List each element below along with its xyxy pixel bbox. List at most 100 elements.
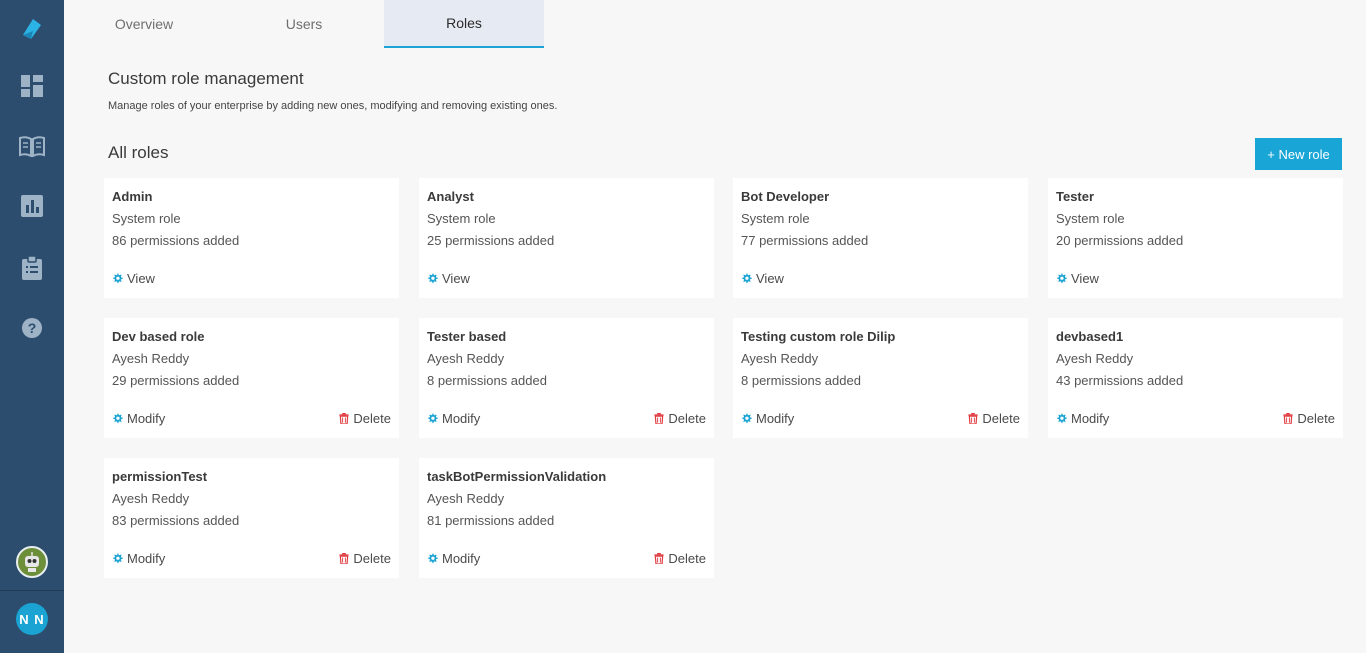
trash-icon (339, 413, 350, 424)
modify-label: Modify (1071, 411, 1110, 426)
role-permissions-count: 8 permissions added (427, 373, 547, 388)
role-owner: System role (741, 211, 810, 226)
modify-role-button[interactable]: Modify (427, 551, 480, 566)
role-permissions-count: 25 permissions added (427, 233, 555, 248)
role-name: devbased1 (1056, 329, 1124, 344)
gear-icon (112, 273, 123, 284)
delete-label: Delete (353, 411, 391, 426)
role-card: taskBotPermissionValidation Ayesh Reddy 81… (419, 458, 714, 578)
bar-chart-icon[interactable] (0, 186, 64, 226)
tab-users[interactable]: Users (224, 0, 384, 48)
role-card: Dev based role Ayesh Reddy 29 permissions … (104, 318, 399, 438)
new-role-button[interactable]: + New role (1255, 138, 1342, 170)
page-title: Custom role management (108, 69, 304, 88)
trash-icon (1283, 413, 1294, 424)
role-owner: Ayesh Reddy (741, 351, 819, 366)
tab-roles[interactable]: Roles (384, 0, 544, 48)
role-card: Testing custom role Dilip Ayesh Reddy 8 pe… (733, 318, 1028, 438)
role-card: Bot Developer System role 77 permissions a… (733, 178, 1028, 298)
delete-role-button[interactable]: Delete (1283, 411, 1335, 426)
role-permissions-count: 83 permissions added (112, 513, 240, 528)
trash-icon (339, 553, 350, 564)
view-role-button[interactable]: View (1056, 271, 1099, 286)
role-permissions-count: 29 permissions added (112, 373, 240, 388)
gear-icon (1056, 273, 1067, 284)
role-name: Bot Developer (741, 189, 830, 204)
role-name: Testing custom role Dilip (741, 329, 896, 344)
clipboard-icon[interactable] (0, 248, 64, 288)
delete-role-button[interactable]: Delete (968, 411, 1020, 426)
role-owner: Ayesh Reddy (112, 491, 190, 506)
view-role-button[interactable]: View (427, 271, 470, 286)
role-name: taskBotPermissionValidation (427, 469, 607, 484)
sidebar-divider (0, 590, 64, 591)
help-icon[interactable]: ? (0, 308, 64, 348)
gear-icon (1056, 413, 1067, 424)
role-card: Tester based Ayesh Reddy 8 permissions add… (419, 318, 714, 438)
role-owner: Ayesh Reddy (1056, 351, 1134, 366)
role-card: devbased1 Ayesh Reddy 43 permissions added… (1048, 318, 1343, 438)
role-owner: System role (1056, 211, 1125, 226)
dashboard-icon[interactable] (0, 66, 64, 106)
modify-label: Modify (127, 411, 166, 426)
modify-label: Modify (127, 551, 166, 566)
view-label: View (442, 271, 470, 286)
view-role-button[interactable]: View (112, 271, 155, 286)
role-owner: Ayesh Reddy (427, 491, 505, 506)
modify-role-button[interactable]: Modify (112, 551, 165, 566)
tab-overview[interactable]: Overview (64, 0, 224, 48)
role-name: permissionTest (112, 469, 208, 484)
role-permissions-count: 20 permissions added (1056, 233, 1184, 248)
role-permissions-count: 86 permissions added (112, 233, 240, 248)
role-owner: System role (427, 211, 496, 226)
role-card: permissionTest Ayesh Reddy 83 permissions … (104, 458, 399, 578)
role-card: Analyst System role 25 permissions added Vi… (419, 178, 714, 298)
role-card: Tester System role 20 permissions added Vie… (1048, 178, 1343, 298)
role-owner: Ayesh Reddy (427, 351, 505, 366)
role-permissions-count: 43 permissions added (1056, 373, 1184, 388)
delete-label: Delete (668, 411, 706, 426)
delete-role-button[interactable]: Delete (339, 551, 391, 566)
modify-label: Modify (442, 411, 481, 426)
role-owner: System role (112, 211, 181, 226)
page-subtitle: Manage roles of your enterprise by addin… (108, 100, 558, 112)
role-permissions-count: 8 permissions added (741, 373, 861, 388)
section-heading: All roles (108, 143, 169, 162)
bot-avatar-icon[interactable] (16, 546, 48, 578)
gear-icon (741, 413, 752, 424)
trash-icon (654, 553, 665, 564)
trash-icon (654, 413, 665, 424)
gear-icon (427, 273, 438, 284)
user-avatar[interactable]: N N (16, 603, 48, 635)
view-label: View (1071, 271, 1099, 286)
modify-role-button[interactable]: Modify (427, 411, 480, 426)
delete-label: Delete (982, 411, 1020, 426)
delete-role-button[interactable]: Delete (654, 411, 706, 426)
book-icon[interactable] (0, 126, 64, 166)
role-name: Dev based role (112, 329, 205, 344)
gear-icon (112, 413, 123, 424)
delete-role-button[interactable]: Delete (654, 551, 706, 566)
modify-role-button[interactable]: Modify (112, 411, 165, 426)
modify-role-button[interactable]: Modify (741, 411, 794, 426)
role-permissions-count: 81 permissions added (427, 513, 555, 528)
gear-icon (112, 553, 123, 564)
svg-text:?: ? (28, 320, 37, 336)
sidebar: ? N N (0, 0, 64, 653)
role-name: Admin (112, 189, 153, 204)
gear-icon (741, 273, 752, 284)
tab-bar: Overview Users Roles (64, 0, 544, 48)
modify-role-button[interactable]: Modify (1056, 411, 1109, 426)
delete-label: Delete (353, 551, 391, 566)
role-permissions-count: 77 permissions added (741, 233, 869, 248)
gear-icon (427, 553, 438, 564)
logo-icon[interactable] (0, 8, 64, 48)
role-name: Tester based (427, 329, 507, 344)
gear-icon (427, 413, 438, 424)
delete-role-button[interactable]: Delete (339, 411, 391, 426)
view-role-button[interactable]: View (741, 271, 784, 286)
view-label: View (127, 271, 155, 286)
role-name: Analyst (427, 189, 474, 204)
delete-label: Delete (668, 551, 706, 566)
role-owner: Ayesh Reddy (112, 351, 190, 366)
